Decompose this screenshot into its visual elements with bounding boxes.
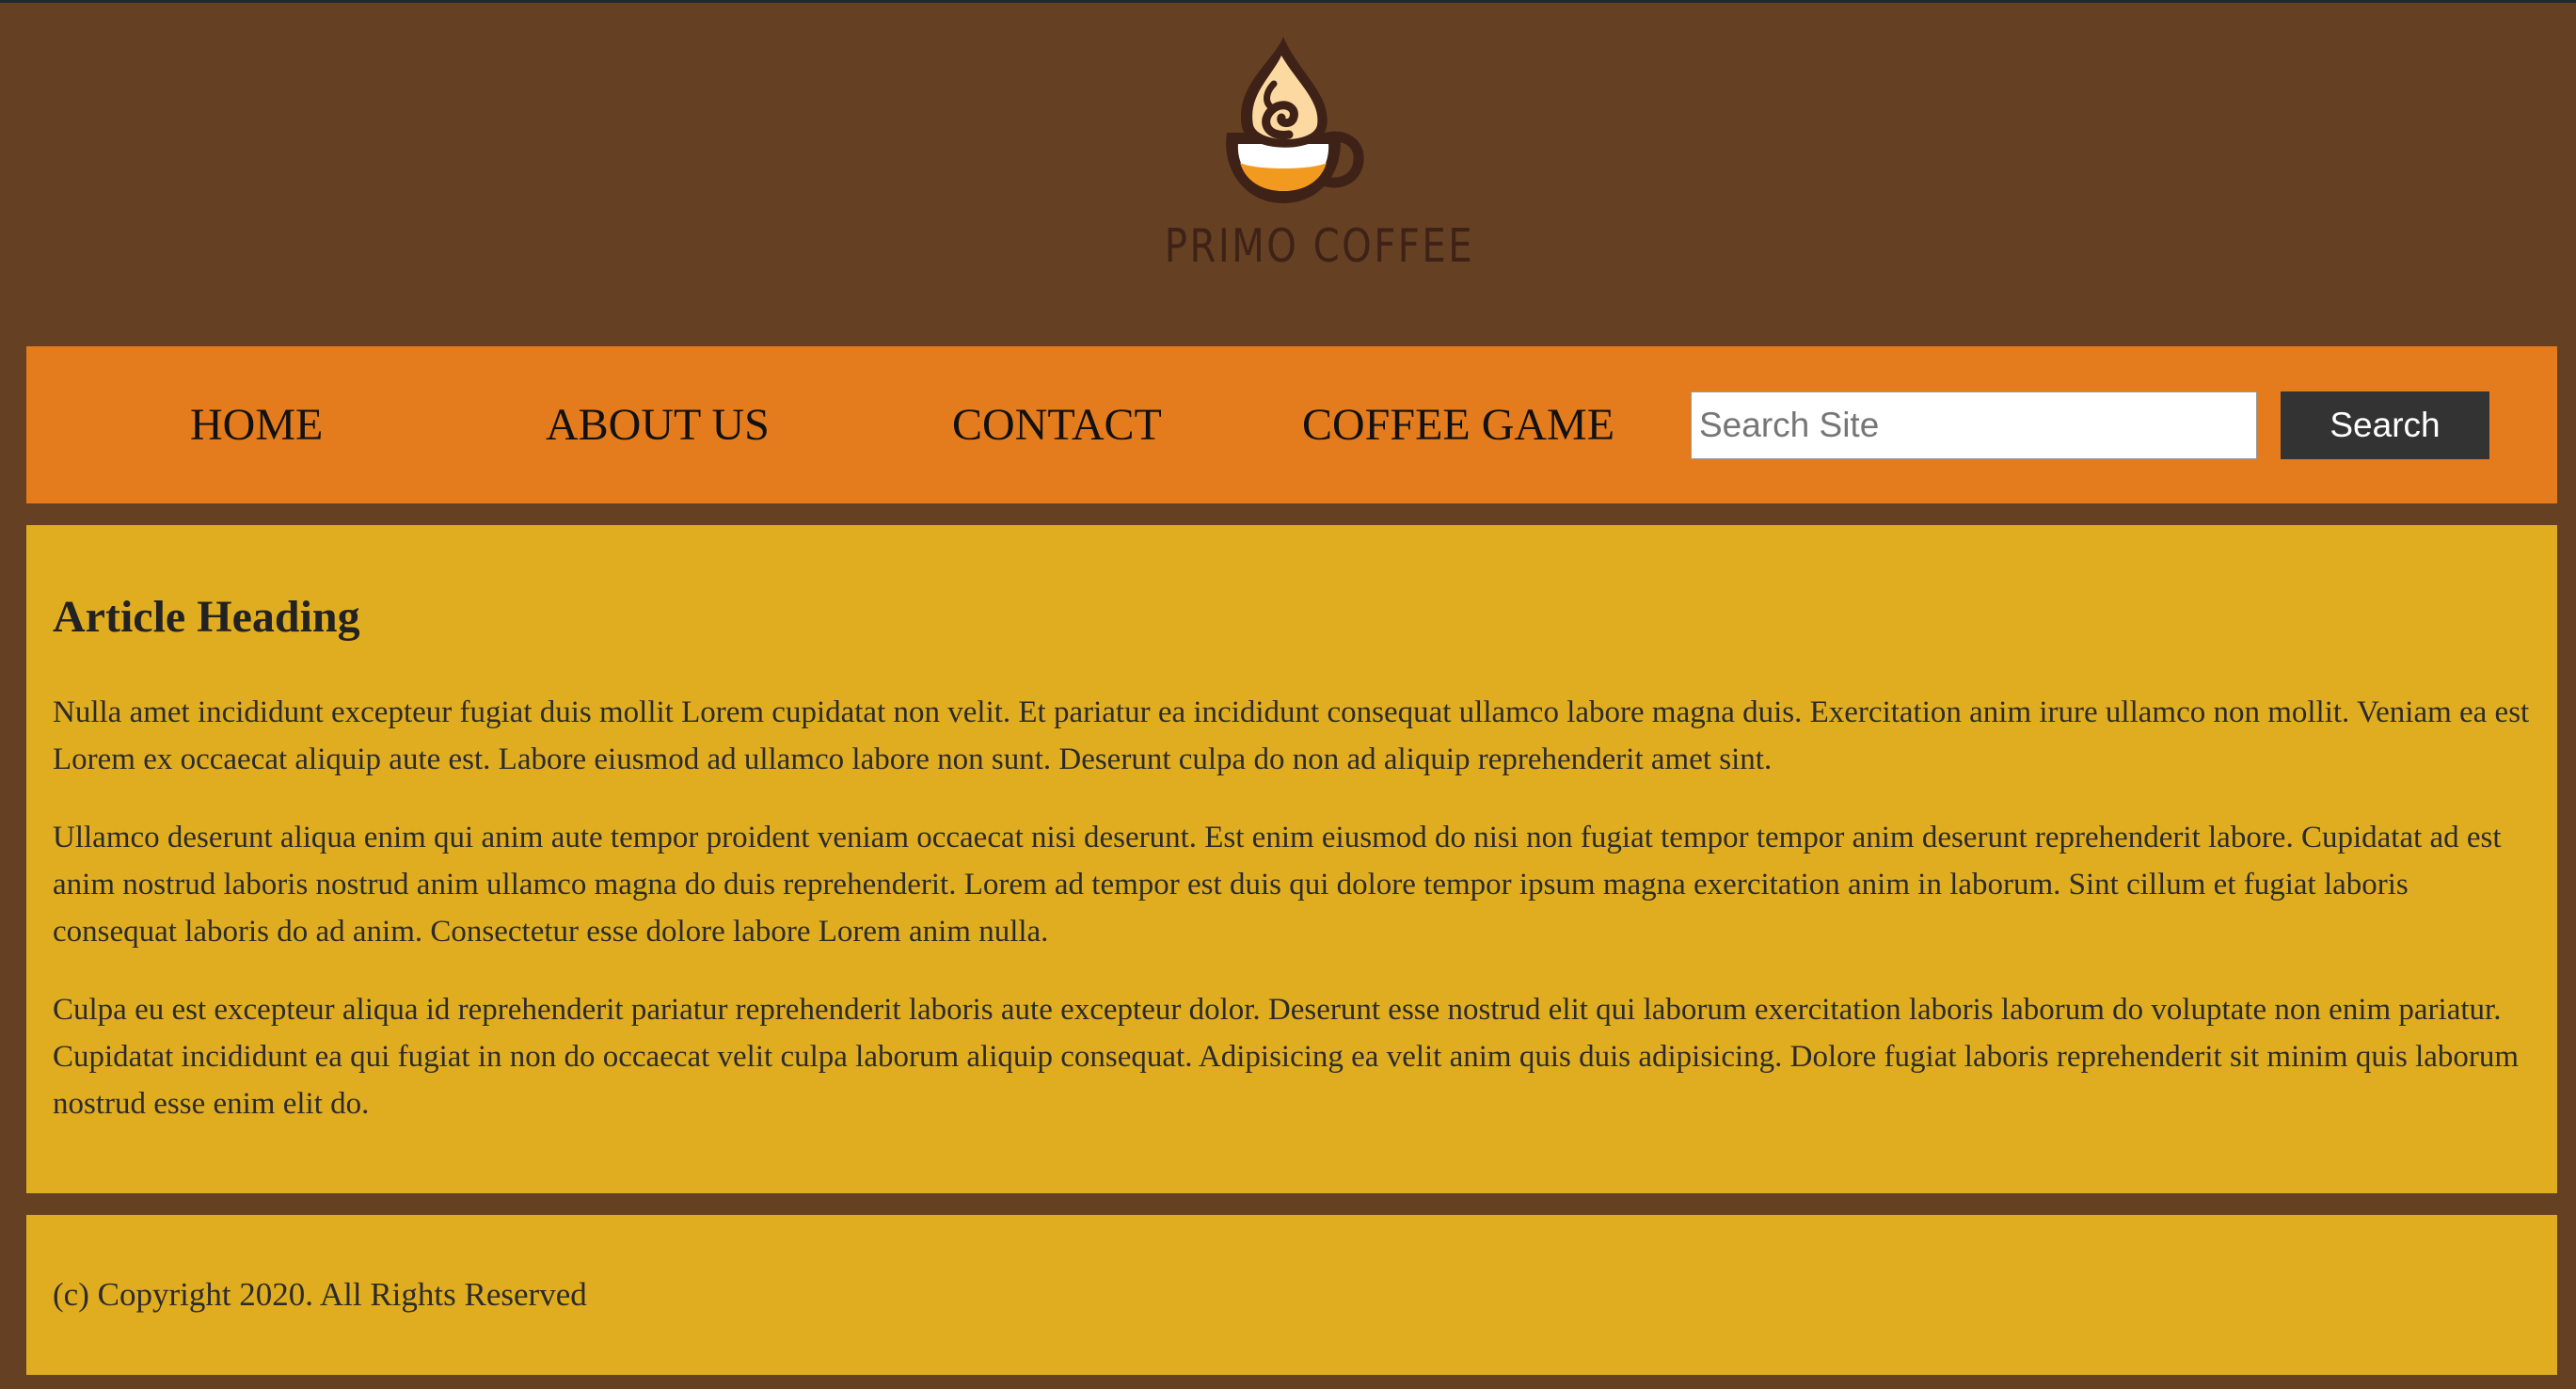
site-logo[interactable]: PRIMO COFFEE xyxy=(1137,29,1475,273)
brand-name: PRIMO COFFEE xyxy=(1164,219,1475,273)
search-input[interactable] xyxy=(1691,391,2257,459)
nav-item-contact[interactable]: CONTACT xyxy=(952,346,1162,503)
article-paragraph-1: Nulla amet incididunt excepteur fugiat d… xyxy=(53,695,2530,776)
site-header: PRIMO COFFEE xyxy=(0,3,2576,343)
article: Article Heading Nulla amet incididunt ex… xyxy=(26,525,2557,1193)
copyright-text: (c) Copyright 2020. All Rights Reserved xyxy=(53,1276,587,1313)
nav-item-coffee-game[interactable]: COFFEE GAME xyxy=(1302,346,1614,503)
article-heading: Article Heading xyxy=(53,592,360,642)
article-paragraph-3: Culpa eu est excepteur aliqua id reprehe… xyxy=(53,993,2520,1121)
site-footer: (c) Copyright 2020. All Rights Reserved xyxy=(26,1215,2557,1375)
article-paragraph-2: Ullamco deserunt aliqua enim qui anim au… xyxy=(53,821,2502,949)
search-button[interactable]: Search xyxy=(2281,391,2489,459)
nav-item-home[interactable]: HOME xyxy=(190,346,323,503)
main-nav: HOME ABOUT US CONTACT COFFEE GAME Search xyxy=(26,346,2557,503)
nav-item-about-us[interactable]: ABOUT US xyxy=(546,346,770,503)
coffee-cup-icon xyxy=(1226,37,1364,203)
